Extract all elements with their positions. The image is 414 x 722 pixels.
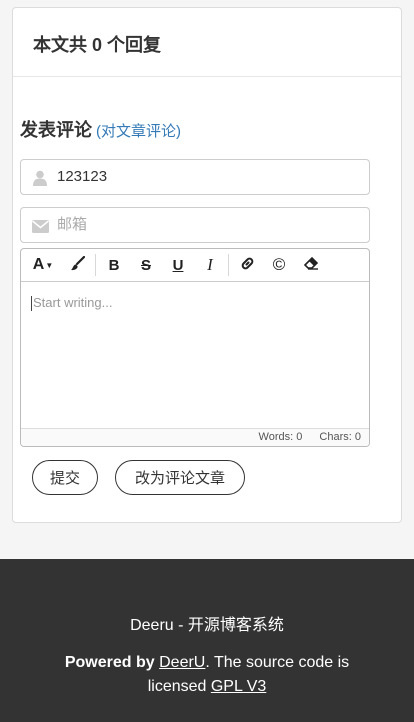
user-icon (31, 169, 49, 187)
eraser-button[interactable] (295, 252, 327, 278)
comment-form-title-text: 发表评论 (20, 120, 92, 140)
word-count: Words: 0 (258, 431, 303, 443)
name-field-value: 123123 (57, 168, 108, 185)
italic-button[interactable]: I (194, 252, 226, 278)
caret-down-icon: ▼ (45, 260, 54, 270)
footer-deeru-link[interactable]: DeerU (159, 654, 205, 671)
text-cursor (31, 296, 32, 312)
strikethrough-label: S (140, 256, 151, 274)
name-field[interactable]: 123123 (20, 159, 370, 195)
comment-form-title: 发表评论 (对文章评论) (20, 116, 181, 142)
link-icon (240, 256, 255, 275)
footer-powered-by: Powered by (64, 654, 155, 671)
email-field[interactable]: 邮箱 (20, 207, 370, 243)
copyright-label: © (272, 255, 286, 274)
italic-label: I (207, 255, 213, 274)
editor-toolbar: A ▼ B S U I © (21, 249, 369, 282)
paint-brush-icon (70, 255, 85, 275)
footer-credits: Powered by DeerU. The source code is lic… (50, 651, 364, 699)
comments-header: 本文共 0 个回复 (13, 8, 401, 77)
comments-header-prefix: 本文共 (33, 35, 87, 55)
font-size-button[interactable]: A ▼ (25, 252, 61, 278)
eraser-icon (303, 256, 319, 274)
envelope-icon (31, 217, 49, 235)
editor-placeholder: Start writing... (33, 295, 113, 310)
comment-target-label: (对文章评论) (96, 123, 181, 140)
char-count: Chars: 0 (319, 431, 361, 443)
comments-count: 0 (92, 35, 103, 55)
bold-label: B (108, 256, 120, 274)
comments-header-suffix: 个回复 (107, 35, 162, 55)
submit-button[interactable]: 提交 (32, 460, 98, 495)
site-footer: Deeru - 开源博客系统 Powered by DeerU. The sou… (0, 559, 414, 722)
paint-brush-button[interactable] (61, 252, 93, 278)
switch-comment-target-button[interactable]: 改为评论文章 (115, 460, 245, 495)
link-button[interactable] (231, 252, 263, 278)
footer-site-name: Deeru - 开源博客系统 (130, 617, 284, 634)
toolbar-divider (228, 254, 229, 276)
comment-editor: A ▼ B S U I © Start writing... Words: 0 … (20, 248, 370, 447)
editor-text-area[interactable]: Start writing... (21, 283, 369, 429)
font-size-label: A (32, 256, 45, 273)
email-field-placeholder: 邮箱 (57, 216, 88, 233)
bold-button[interactable]: B (98, 252, 130, 278)
footer-license-link[interactable]: GPL V3 (211, 678, 266, 695)
strikethrough-button[interactable]: S (130, 252, 162, 278)
editor-statusbar: Words: 0 Chars: 0 (21, 428, 369, 446)
toolbar-divider (95, 254, 96, 276)
underline-label: U (172, 256, 184, 274)
underline-button[interactable]: U (162, 252, 194, 278)
copyright-button[interactable]: © (263, 252, 295, 278)
